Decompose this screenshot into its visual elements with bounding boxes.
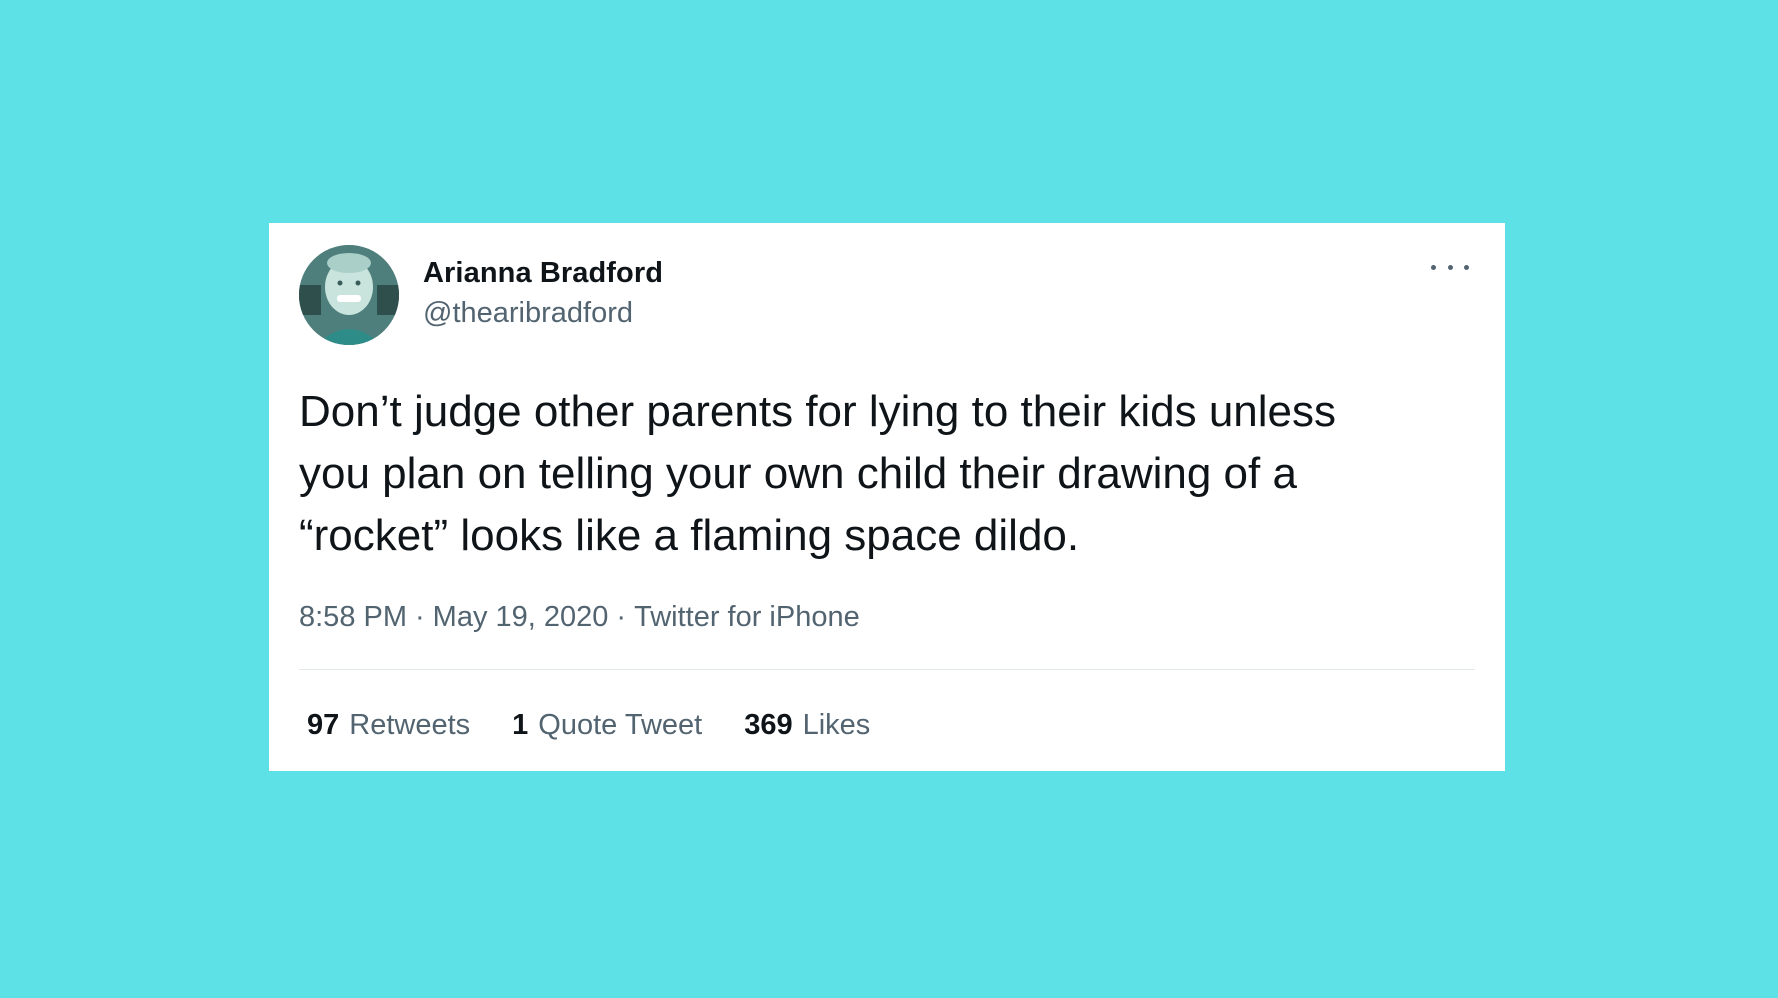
author-handle[interactable]: @thearibradford xyxy=(423,297,633,330)
tweet-date[interactable]: May 19, 2020 xyxy=(433,601,609,633)
likes-label: Likes xyxy=(802,709,871,741)
retweets-stat[interactable]: 97 Retweets xyxy=(307,709,470,742)
more-horizontal-icon xyxy=(1431,264,1436,270)
quote-tweets-count: 1 xyxy=(512,709,529,741)
avatar[interactable] xyxy=(299,245,399,345)
retweets-label: Retweets xyxy=(349,709,471,741)
more-horizontal-icon xyxy=(1464,264,1469,270)
meta-separator: · xyxy=(616,601,627,633)
tweet-stats: 97 Retweets 1 Quote Tweet 369 Likes xyxy=(307,709,870,742)
tweet-meta: 8:58 PM · May 19, 2020 · Twitter for iPhone xyxy=(299,601,860,634)
quote-tweets-label: Quote Tweet xyxy=(538,709,703,741)
likes-stat[interactable]: 369 Likes xyxy=(744,709,870,742)
author-name[interactable]: Arianna Bradford xyxy=(423,257,663,290)
likes-count: 369 xyxy=(744,709,793,741)
retweets-count: 97 xyxy=(307,709,340,741)
tweet-card: Arianna Bradford @thearibradford Don’t j… xyxy=(269,223,1505,771)
more-horizontal-icon xyxy=(1447,264,1453,270)
tweet-time[interactable]: 8:58 PM xyxy=(299,601,407,633)
tweet-source[interactable]: Twitter for iPhone xyxy=(634,601,860,633)
divider xyxy=(299,669,1475,670)
profile-photo-icon xyxy=(299,245,399,345)
quote-tweets-stat[interactable]: 1 Quote Tweet xyxy=(512,709,702,742)
tweet-text: Don’t judge other parents for lying to t… xyxy=(299,387,1337,560)
meta-separator: · xyxy=(415,601,425,633)
more-options-button[interactable] xyxy=(1431,253,1469,281)
